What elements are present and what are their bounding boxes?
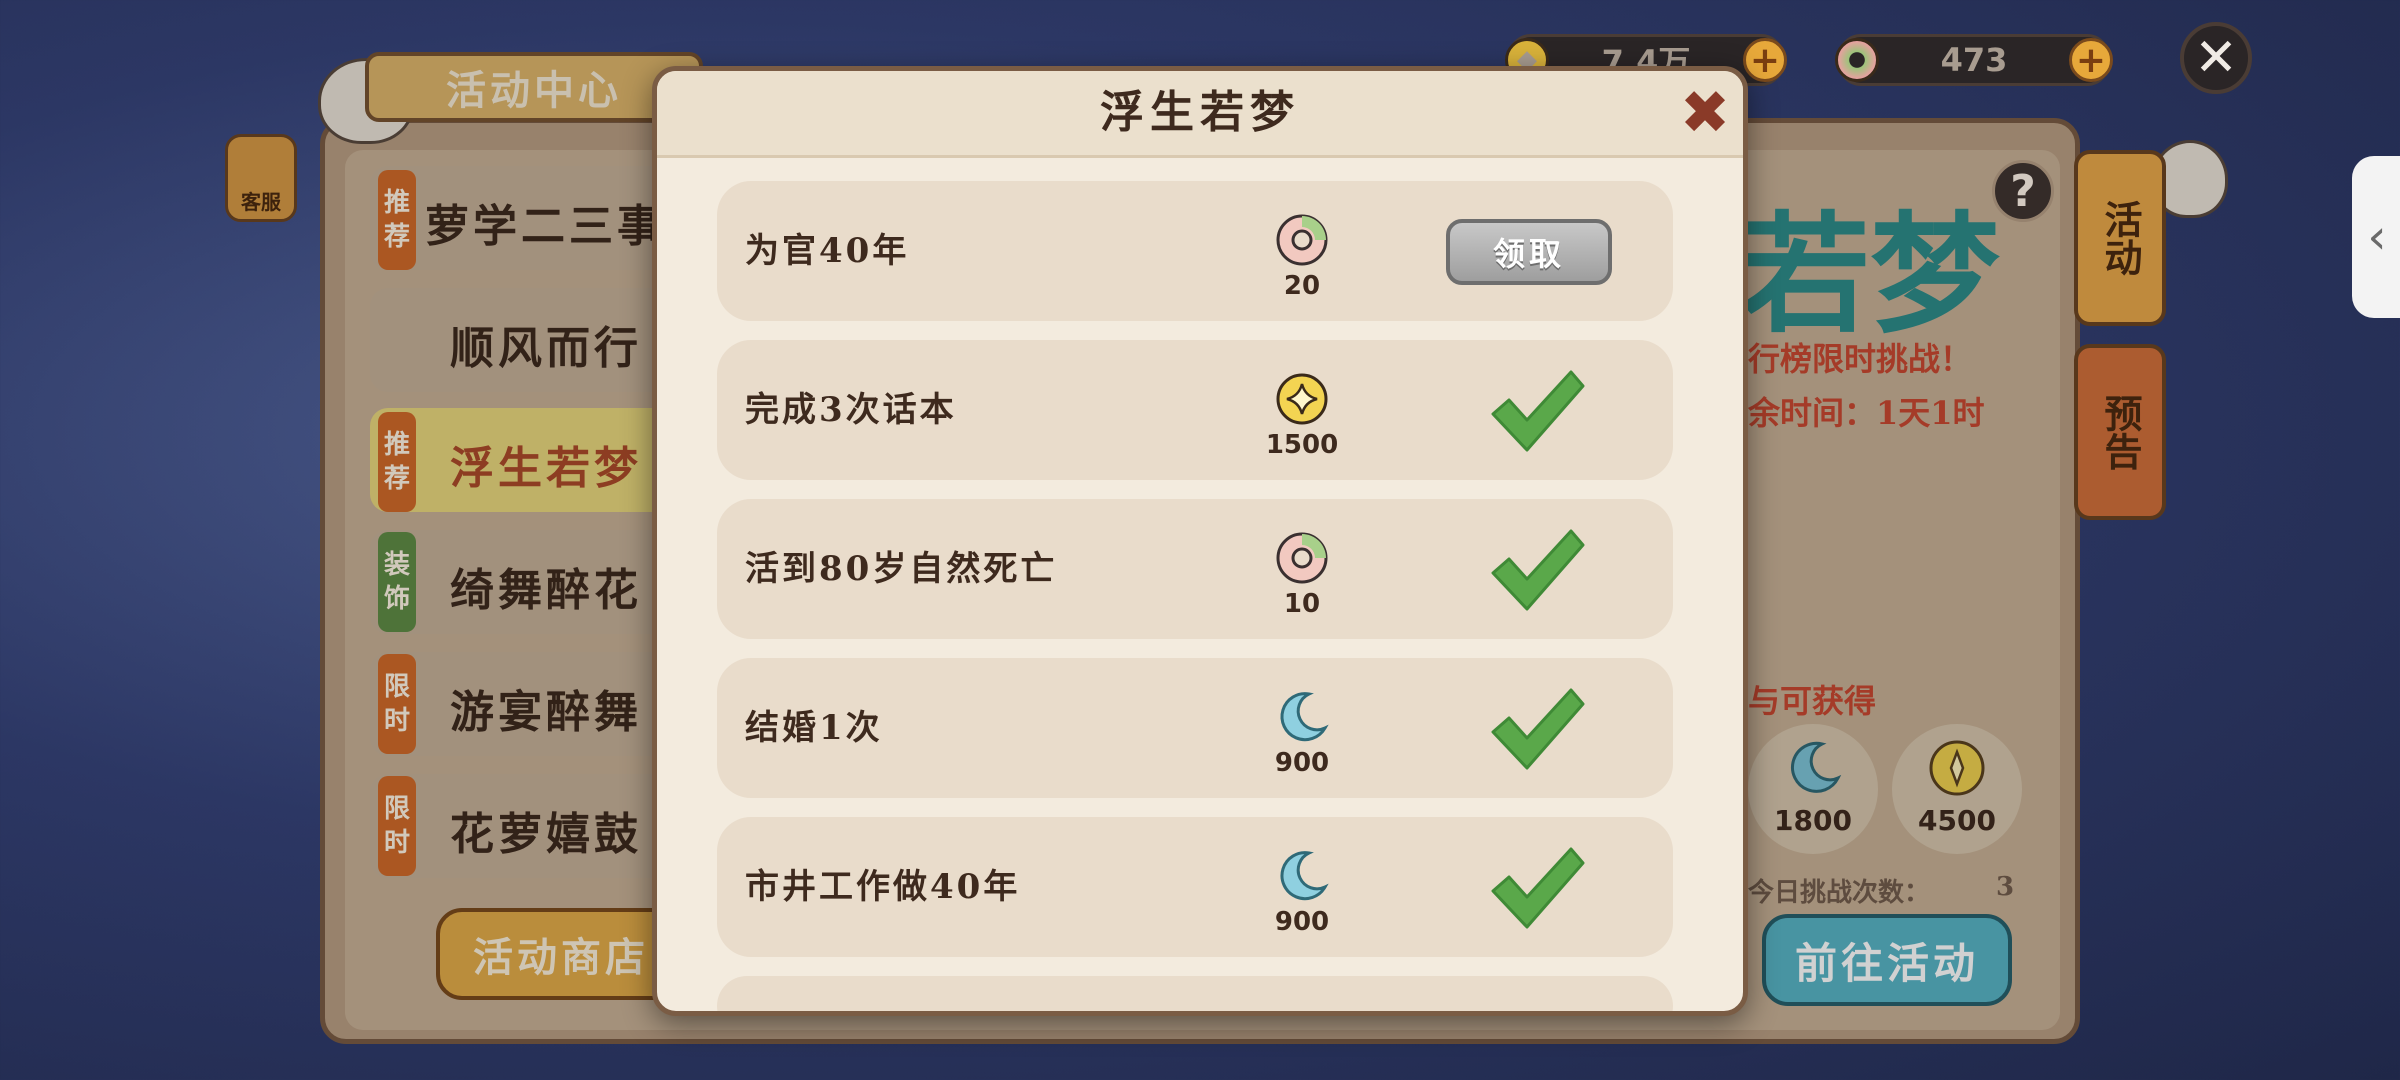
- task-row: 活到80岁自然死亡 10: [717, 499, 1673, 639]
- sidebar-tag-char: 荐: [383, 222, 410, 252]
- banner-subtitle: 行榜限时挑战！: [1748, 340, 1973, 378]
- side-drawer-handle[interactable]: ‹: [2352, 156, 2400, 318]
- sidebar-tag: 推荐: [378, 170, 416, 270]
- task-row: 市井工作做40年 900: [717, 817, 1673, 957]
- jade-counter: 473 +: [1835, 34, 2113, 86]
- moon-icon: [1280, 851, 1329, 901]
- sidebar-item-label: 浮生若梦: [450, 443, 642, 494]
- task-reward-amount: 900: [1274, 907, 1330, 937]
- challenges-count: 3: [1996, 872, 2015, 902]
- banner-title: 若梦: [1740, 198, 2001, 351]
- task-reward-amount: 900: [1274, 748, 1330, 778]
- task-reward-amount: 10: [1283, 589, 1321, 619]
- check-icon: [1491, 370, 1585, 452]
- jade-ring-icon: [1276, 532, 1328, 584]
- task-reward-amount: 20: [1283, 271, 1321, 301]
- sidebar-tag: 推荐: [378, 412, 416, 512]
- gold-coin-icon: [1276, 373, 1328, 425]
- task-name: 结婚1次: [745, 708, 883, 748]
- sidebar-item-label: 花萝嬉鼓: [450, 809, 642, 860]
- moon-icon: [1280, 692, 1329, 742]
- task-row: 结婚1次 900: [717, 658, 1673, 798]
- jade-ring-icon: [1276, 214, 1328, 266]
- check-icon: [1491, 529, 1585, 611]
- tab-label: 预告: [2098, 394, 2143, 470]
- sidebar-tag-char: 限: [383, 672, 410, 702]
- check-icon: [1491, 688, 1585, 770]
- jade-ring-icon: [1835, 38, 1879, 82]
- sidebar-item-label: 顺风而行: [450, 323, 642, 374]
- task-reward-amount: 1500: [1265, 430, 1339, 460]
- check-icon: [1491, 847, 1585, 929]
- go-to-activity-button[interactable]: 前往活动: [1762, 914, 2012, 1006]
- task-name: 市井工作做40年: [745, 867, 1021, 907]
- jade-value: 473: [1940, 41, 2008, 79]
- customer-service-button[interactable]: 客服: [225, 134, 297, 222]
- sidebar-tag-char: 荐: [383, 464, 410, 494]
- sidebar-item-label: 游宴醉舞: [450, 687, 642, 738]
- tab-label: 活动: [2098, 200, 2143, 276]
- sidebar-tag-char: 时: [383, 828, 410, 858]
- help-icon[interactable]: ?: [1992, 160, 2054, 222]
- remaining-time: 余时间：1天1时: [1748, 394, 1985, 432]
- activity-shop-button[interactable]: 活动商店: [436, 908, 686, 1000]
- task-name: 为官40年: [745, 231, 910, 271]
- challenges-label: 今日挑战次数：: [1748, 878, 1931, 908]
- gold-coin-icon: [1929, 740, 1985, 796]
- task-list[interactable]: 为官40年 20 领取 完成3次话本 1500 活到80岁自然死亡 10 结婚1…: [717, 181, 1673, 1011]
- sidebar-tag-char: 装: [383, 550, 410, 580]
- sidebar-tag: 装饰: [378, 532, 416, 632]
- close-icon[interactable]: ✖: [1677, 83, 1733, 143]
- tab-activity[interactable]: 活动: [2074, 150, 2166, 326]
- task-name: 活到80岁自然死亡: [745, 549, 1058, 589]
- reward-value: 1800: [1774, 804, 1852, 837]
- sidebar-tag-char: 时: [383, 706, 410, 736]
- task-row: 为官40年 20 领取: [717, 181, 1673, 321]
- tab-preview[interactable]: 预告: [2074, 344, 2166, 520]
- sidebar-tag-char: 限: [383, 794, 410, 824]
- close-icon[interactable]: ✕: [2180, 22, 2252, 94]
- sidebar-item-label: 绮舞醉花: [450, 565, 642, 616]
- task-row: [717, 976, 1673, 1011]
- task-row: 完成3次话本 1500: [717, 340, 1673, 480]
- sidebar-tag-char: 饰: [383, 584, 410, 614]
- task-modal: 浮生若梦 ✖ 为官40年 20 领取 完成3次话本 1500 活到80岁自然死亡…: [652, 66, 1748, 1016]
- sidebar-tag-char: 推: [383, 430, 410, 460]
- modal-title: 浮生若梦: [1100, 87, 1300, 138]
- sidebar-tag: 限时: [378, 776, 416, 876]
- moon-icon: [1790, 741, 1842, 793]
- add-jade-button[interactable]: +: [2069, 38, 2113, 82]
- reward-value: 4500: [1918, 804, 1996, 837]
- sidebar-tag: 限时: [378, 654, 416, 754]
- claim-button[interactable]: 领取: [1446, 219, 1612, 285]
- sidebar-tag-char: 推: [383, 188, 410, 218]
- add-coins-button[interactable]: +: [1743, 38, 1787, 82]
- sidebar-item-label: 萝学二三事: [425, 201, 665, 252]
- task-name: 完成3次话本: [745, 390, 957, 430]
- rewards-heading: 与可获得: [1748, 682, 1877, 720]
